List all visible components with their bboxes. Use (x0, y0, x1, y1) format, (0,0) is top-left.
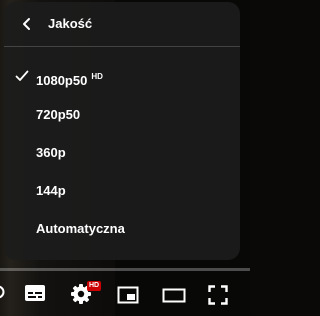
miniplayer-button[interactable] (117, 286, 139, 304)
volume-slider-knob[interactable] (0, 285, 5, 299)
fullscreen-icon (208, 285, 228, 305)
settings-hd-badge: HD (87, 281, 101, 291)
subtitles-icon (25, 285, 45, 301)
quality-option-label: Automatyczna (36, 221, 125, 236)
theater-mode-button[interactable] (162, 288, 186, 303)
fullscreen-button[interactable] (208, 285, 228, 305)
theater-mode-icon (162, 288, 186, 303)
menu-title: Jakość (48, 16, 93, 31)
quality-option-label: 144p (36, 183, 66, 198)
quality-option-label: 1080p50 HD (36, 72, 103, 88)
menu-header[interactable]: Jakość (4, 2, 240, 47)
chevron-left-icon[interactable] (20, 16, 34, 32)
quality-option-auto[interactable]: Automatyczna (4, 210, 240, 248)
quality-option-1080p50[interactable]: 1080p50 HD (4, 58, 240, 96)
quality-option-720p50[interactable]: 720p50 (4, 96, 240, 134)
quality-option-label: 720p50 (36, 107, 81, 122)
miniplayer-icon (117, 286, 139, 304)
quality-option-360p[interactable]: 360p (4, 134, 240, 172)
subtitles-button[interactable] (24, 284, 46, 302)
hd-badge: HD (91, 72, 103, 81)
quality-option-label: 360p (36, 145, 66, 160)
quality-option-144p[interactable]: 144p (4, 172, 240, 210)
quality-settings-menu: Jakość 1080p50 HD 720p50 360p 144p Automa… (4, 2, 240, 260)
progress-bar[interactable] (0, 268, 250, 271)
checkmark-icon (15, 70, 29, 81)
